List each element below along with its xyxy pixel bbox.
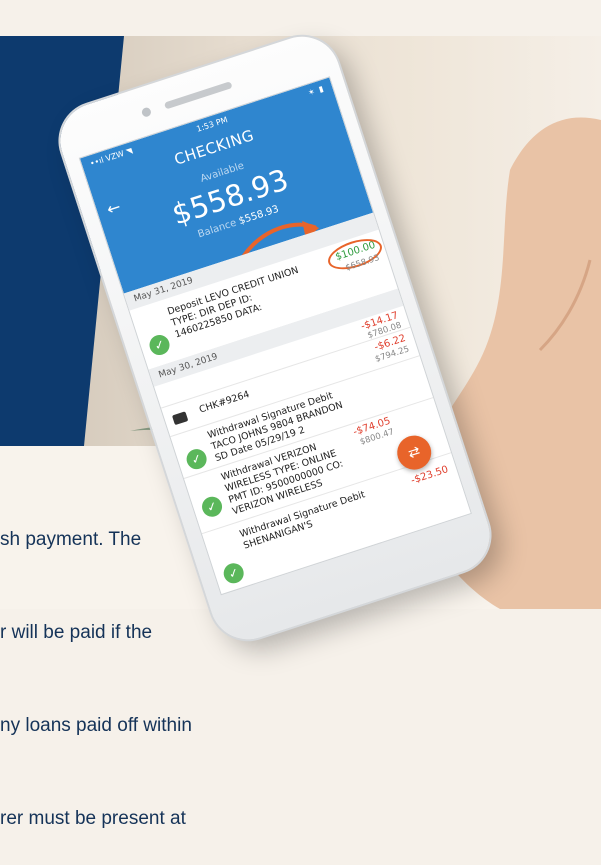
check-circle-icon: ✓ <box>199 494 225 520</box>
promo-line: r will be paid if the <box>0 622 153 643</box>
status-time: 1:53 PM <box>195 115 229 134</box>
promo-line: ny loans paid off within <box>0 715 192 736</box>
check-circle-icon: ✓ <box>146 332 173 358</box>
check-circle-icon: ✓ <box>184 446 210 472</box>
brand-navy-panel <box>0 36 84 446</box>
status-icons: ✶ ▮ <box>306 83 326 98</box>
promo-line: rer must be present at <box>0 808 186 829</box>
check-circle-icon: ✓ <box>221 560 247 586</box>
cheque-icon <box>171 411 189 426</box>
